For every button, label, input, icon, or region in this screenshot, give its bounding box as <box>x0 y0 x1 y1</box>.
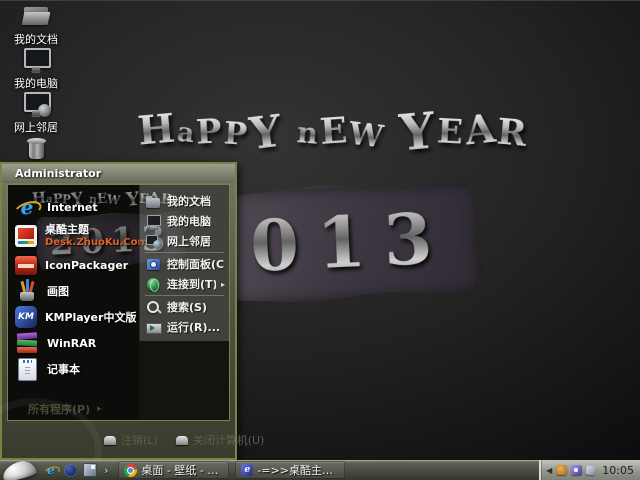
zhuoku-theme-icon <box>15 225 37 247</box>
menu-item-label: Internet <box>47 201 98 214</box>
quick-launch-expand-chevron-icon[interactable]: › <box>104 464 108 477</box>
notepad-icon-wrap <box>15 357 39 381</box>
menu-item-control-panel[interactable]: 控制面板(C) <box>140 254 229 274</box>
desktop-icon-my-computer[interactable]: 我的电脑 <box>4 46 68 91</box>
menu-item-winrar[interactable]: WinRAR <box>8 330 139 356</box>
menu-item-paint[interactable]: 画图 <box>8 278 139 304</box>
start-menu-body: HaPPYnEWYEAR 2013 Internet 桌酷主题 Desk.Zhu… <box>7 184 230 421</box>
search-icon <box>145 299 162 316</box>
menu-item-kmplayer[interactable]: KMPlayer中文版 <box>8 304 139 330</box>
my-documents-icon <box>20 2 52 29</box>
menu-item-label: 画图 <box>47 283 69 299</box>
iconpackager-icon <box>15 256 37 275</box>
menu-item-label: 桌酷主题 <box>45 224 148 237</box>
control-panel-icon <box>145 256 162 273</box>
desktop-icon-label: 网上邻居 <box>4 119 68 135</box>
desktop-icon-label: 我的电脑 <box>4 75 68 91</box>
quick-launch-bar: › <box>44 463 108 477</box>
taskbar: › 桌面 - 壁纸 - 桌酷壁... -=>>桌酷主题 - Mic... ◀ 1… <box>0 460 640 480</box>
menu-item-search[interactable]: 搜索(S) <box>140 297 229 317</box>
start-button[interactable] <box>0 458 37 480</box>
menu-item-label: WinRAR <box>47 337 96 350</box>
task-button-wallpaper-page[interactable]: 桌面 - 壁纸 - 桌酷壁... <box>118 461 229 479</box>
desktop: HaPPYnEWYEAR 2013 我的文档 我的电脑 网上邻居 Adminis… <box>0 0 640 480</box>
tray-app-icon-2[interactable] <box>571 465 582 475</box>
menu-item-label: 我的电脑 <box>167 213 211 229</box>
task-button-zhuoku-theme-page[interactable]: -=>>桌酷主题 - Mic... <box>235 461 345 479</box>
my-computer-icon <box>145 213 162 230</box>
turn-off-icon <box>176 436 188 445</box>
log-off-label: 注销(L) <box>121 432 158 448</box>
quick-launch-app-icon[interactable] <box>64 464 77 477</box>
desktop-icon-label: 我的文档 <box>4 31 68 47</box>
winrar-icon <box>15 331 39 355</box>
start-menu: Administrator HaPPYnEWYEAR 2013 Internet… <box>0 162 237 460</box>
globe-icon <box>38 104 51 117</box>
show-desktop-icon[interactable] <box>83 463 97 477</box>
menu-separator <box>145 252 224 253</box>
task-button-label: 桌面 - 壁纸 - 桌酷壁... <box>141 462 223 478</box>
menu-item-label: KMPlayer中文版 <box>45 309 136 325</box>
menu-item-notepad[interactable]: 记事本 <box>8 356 139 382</box>
menu-item-my-network-places[interactable]: 网上邻居 <box>140 231 229 251</box>
user-name: Administrator <box>15 167 101 180</box>
menu-item-run[interactable]: 运行(R)... <box>140 317 229 337</box>
my-documents-icon <box>145 193 162 210</box>
connect-to-icon <box>145 276 162 293</box>
tray-app-icon-1[interactable] <box>556 465 567 475</box>
start-menu-footer: 注销(L) 关闭计算机(U) <box>2 422 235 458</box>
menu-item-label: IconPackager <box>45 259 128 272</box>
chrome-icon <box>124 464 137 477</box>
recycle-bin-icon <box>20 135 52 162</box>
desktop-icon-recycle-bin[interactable] <box>4 135 68 164</box>
my-computer-icon <box>20 46 52 73</box>
menu-item-my-computer[interactable]: 我的电脑 <box>140 211 229 231</box>
turn-off-label: 关闭计算机(U) <box>193 432 265 448</box>
start-menu-header: Administrator <box>2 164 235 183</box>
menu-separator <box>145 295 224 296</box>
all-programs-arrow-icon: ▸ <box>97 404 102 414</box>
internet-explorer-icon <box>15 195 39 219</box>
start-menu-right-column: 我的文档 我的电脑 网上邻居 控制面板(C) 连接到(T) <box>139 185 229 341</box>
menu-item-label: 记事本 <box>47 361 80 377</box>
menu-item-label: 连接到(T) <box>167 276 216 292</box>
turn-off-computer-button[interactable]: 关闭计算机(U) <box>176 432 265 448</box>
menu-item-label: 网上邻居 <box>167 233 211 249</box>
quick-launch-ie-icon[interactable] <box>44 463 58 477</box>
wallpaper-title-text: HaPPYnEWYEAR <box>138 102 529 151</box>
all-programs-button[interactable]: 所有程序(P) ▸ <box>28 401 102 417</box>
menu-item-label: 搜索(S) <box>167 299 207 315</box>
menu-item-internet[interactable]: Internet <box>8 194 139 220</box>
paint-icon <box>15 279 39 303</box>
menu-item-sublabel: Desk.ZhuoKu.Com <box>45 237 148 249</box>
run-icon <box>145 319 162 336</box>
submenu-arrow-icon: ▸ <box>221 280 225 289</box>
screen-edge-line <box>0 0 640 1</box>
menu-item-connect-to[interactable]: 连接到(T) ▸ <box>140 274 229 294</box>
taskbar-clock: 10:05 <box>602 464 634 477</box>
log-off-icon <box>104 436 116 445</box>
system-tray: ◀ 10:05 <box>539 460 640 480</box>
task-buttons: 桌面 - 壁纸 - 桌酷壁... -=>>桌酷主题 - Mic... <box>118 461 345 479</box>
log-off-button[interactable]: 注销(L) <box>104 432 158 448</box>
hidden-icons-arrow-icon[interactable]: ◀ <box>546 466 552 475</box>
kmplayer-icon <box>15 306 37 328</box>
desktop-icon-my-network-places[interactable]: 网上邻居 <box>4 90 68 135</box>
tray-app-icon-3[interactable] <box>586 465 596 475</box>
my-network-places-icon <box>20 90 52 117</box>
menu-item-label: 控制面板(C) <box>167 256 225 272</box>
menu-item-iconpackager[interactable]: IconPackager <box>8 252 139 278</box>
notepad-icon <box>18 358 37 381</box>
internet-explorer-icon <box>241 464 253 476</box>
menu-item-label: 运行(R)... <box>167 319 220 335</box>
menu-item-my-documents[interactable]: 我的文档 <box>140 191 229 211</box>
menu-item-zhuoku-theme[interactable]: 桌酷主题 Desk.ZhuoKu.Com <box>8 220 139 252</box>
my-network-places-icon <box>145 233 162 250</box>
desktop-icon-my-documents[interactable]: 我的文档 <box>4 2 68 47</box>
all-programs-label: 所有程序(P) <box>28 401 90 417</box>
start-menu-left-column: Internet 桌酷主题 Desk.ZhuoKu.Com IconPackag… <box>8 185 139 420</box>
task-button-label: -=>>桌酷主题 - Mic... <box>257 462 339 478</box>
menu-item-label: 我的文档 <box>167 193 211 209</box>
